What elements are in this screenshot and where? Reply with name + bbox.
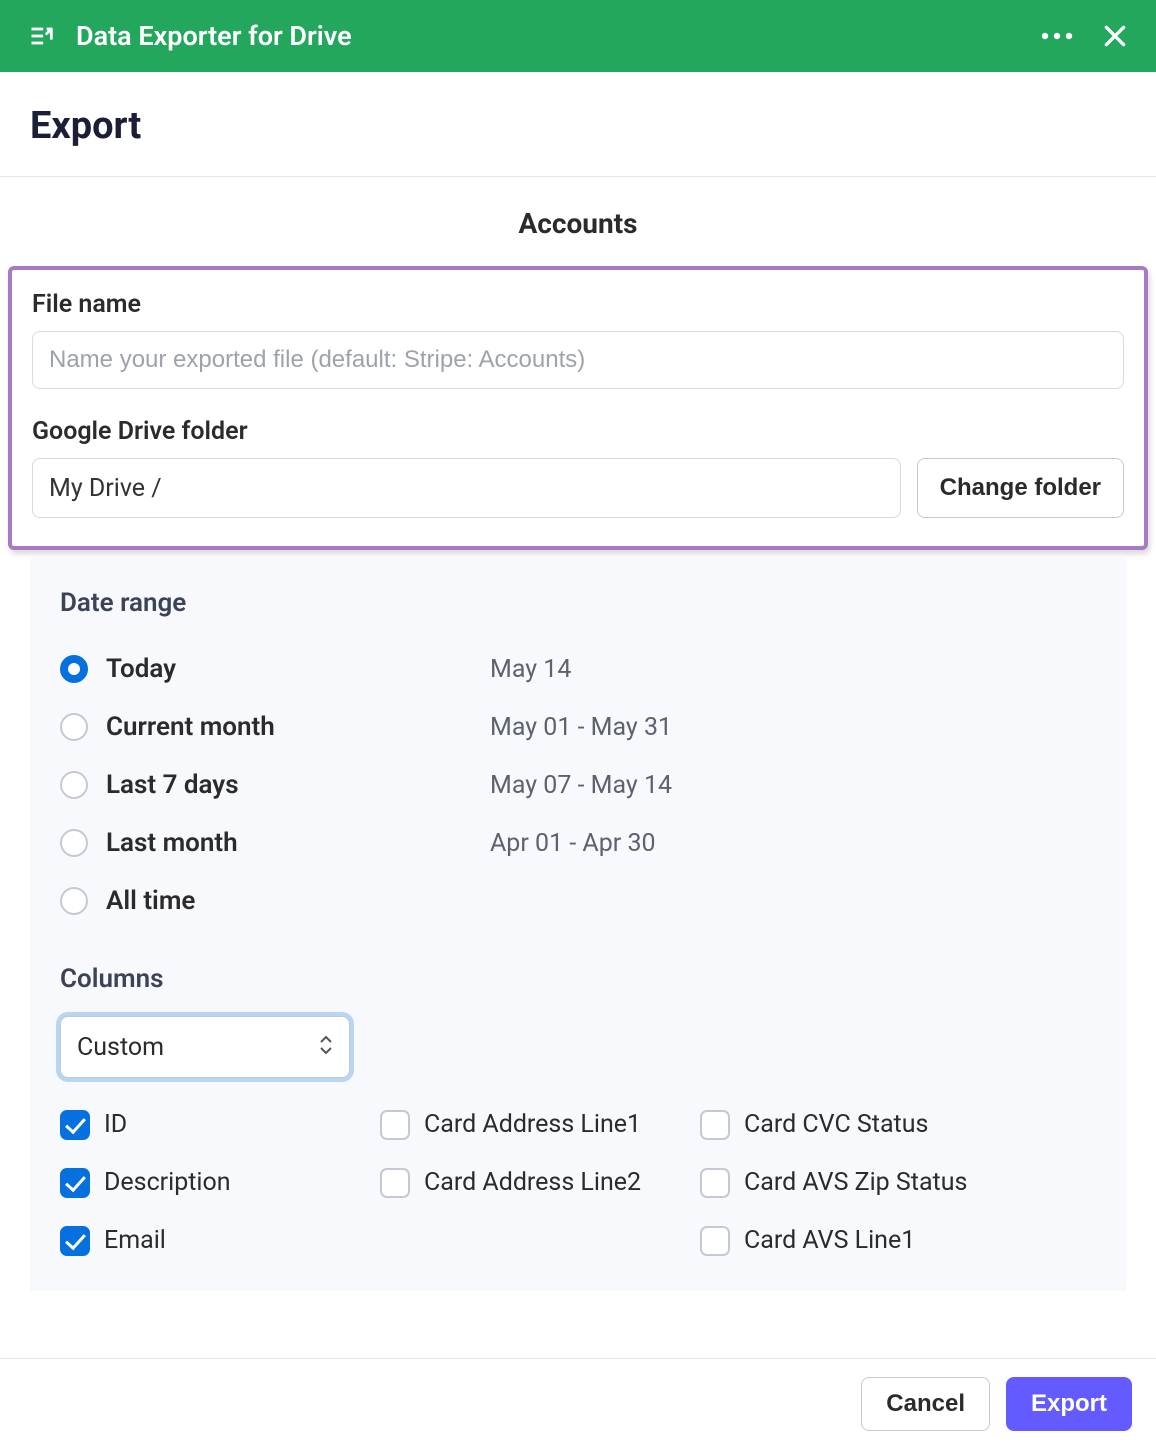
checkbox-icon: [60, 1110, 90, 1140]
checkbox-icon: [700, 1226, 730, 1256]
cancel-button[interactable]: Cancel: [861, 1377, 990, 1431]
checkbox-label: ID: [104, 1108, 127, 1142]
file-name-input[interactable]: [32, 331, 1124, 389]
radio-label: Today: [106, 654, 176, 684]
radio-range: Apr 01 - Apr 30: [490, 829, 656, 858]
change-folder-button[interactable]: Change folder: [917, 458, 1124, 518]
checkbox-icon: [380, 1168, 410, 1198]
radio-label: Last 7 days: [106, 770, 239, 800]
date-range-heading: Date range: [60, 588, 1096, 618]
page-title: Export: [30, 104, 1126, 148]
columns-grid: ID Description Email Card Address Line1: [60, 1108, 1096, 1281]
checkbox-label: Card AVS Line1: [744, 1224, 915, 1258]
column-checkbox-row[interactable]: Card CVC Status: [700, 1108, 1020, 1142]
column-checkbox-row[interactable]: Card Address Line1: [380, 1108, 700, 1142]
checkbox-label: Card CVC Status: [744, 1108, 928, 1142]
checkbox-icon: [60, 1226, 90, 1256]
checkbox-icon: [380, 1110, 410, 1140]
content-area: Accounts File name Google Drive folder M…: [0, 177, 1156, 1363]
export-button[interactable]: Export: [1006, 1377, 1132, 1431]
more-icon[interactable]: [1040, 31, 1074, 41]
column-checkbox-row[interactable]: Description: [60, 1166, 380, 1200]
checkbox-label: Description: [104, 1166, 231, 1200]
app-icon: [28, 22, 56, 50]
column-checkbox-row[interactable]: Card AVS Zip Status: [700, 1166, 1020, 1200]
radio-label: Current month: [106, 712, 275, 742]
date-range-option[interactable]: Current month May 01 - May 31: [60, 698, 1096, 756]
close-icon[interactable]: [1102, 23, 1128, 49]
date-range-option[interactable]: Today May 14: [60, 640, 1096, 698]
file-name-label: File name: [32, 290, 1124, 319]
radio-icon: [60, 713, 88, 741]
footer-bar: Cancel Export: [0, 1358, 1156, 1448]
drive-folder-path[interactable]: My Drive /: [32, 458, 901, 518]
checkbox-icon: [700, 1168, 730, 1198]
app-header: Data Exporter for Drive: [0, 0, 1156, 72]
radio-icon: [60, 771, 88, 799]
radio-label: Last month: [106, 828, 238, 858]
file-settings-box: File name Google Drive folder My Drive /…: [8, 266, 1148, 550]
radio-range: May 14: [490, 655, 571, 684]
radio-range: May 01 - May 31: [490, 713, 672, 742]
columns-heading: Columns: [60, 964, 1096, 994]
checkbox-label: Card Address Line2: [424, 1166, 641, 1200]
checkbox-label: Card AVS Zip Status: [744, 1166, 967, 1200]
column-checkbox-row[interactable]: Email: [60, 1224, 380, 1258]
date-range-option[interactable]: Last month Apr 01 - Apr 30: [60, 814, 1096, 872]
radio-label: All time: [106, 886, 195, 916]
checkbox-label: Email: [104, 1224, 166, 1258]
checkbox-label: Card Address Line1: [424, 1108, 641, 1142]
columns-preset-select[interactable]: Custom: [60, 1016, 350, 1078]
radio-icon: [60, 655, 88, 683]
section-title: Accounts: [0, 207, 1156, 240]
options-panel: Date range Today May 14 Current month Ma…: [30, 558, 1126, 1291]
column-checkbox-row[interactable]: Card AVS Line1: [700, 1224, 1020, 1258]
drive-folder-label: Google Drive folder: [32, 417, 1124, 446]
checkbox-icon: [700, 1110, 730, 1140]
column-checkbox-row[interactable]: ID: [60, 1108, 380, 1142]
radio-range: May 07 - May 14: [490, 771, 672, 800]
page-title-section: Export: [0, 72, 1156, 177]
checkbox-icon: [60, 1168, 90, 1198]
date-range-option[interactable]: Last 7 days May 07 - May 14: [60, 756, 1096, 814]
radio-icon: [60, 887, 88, 915]
date-range-option[interactable]: All time: [60, 872, 1096, 930]
app-title: Data Exporter for Drive: [76, 20, 1040, 52]
radio-icon: [60, 829, 88, 857]
column-checkbox-row[interactable]: Card Address Line2: [380, 1166, 700, 1200]
